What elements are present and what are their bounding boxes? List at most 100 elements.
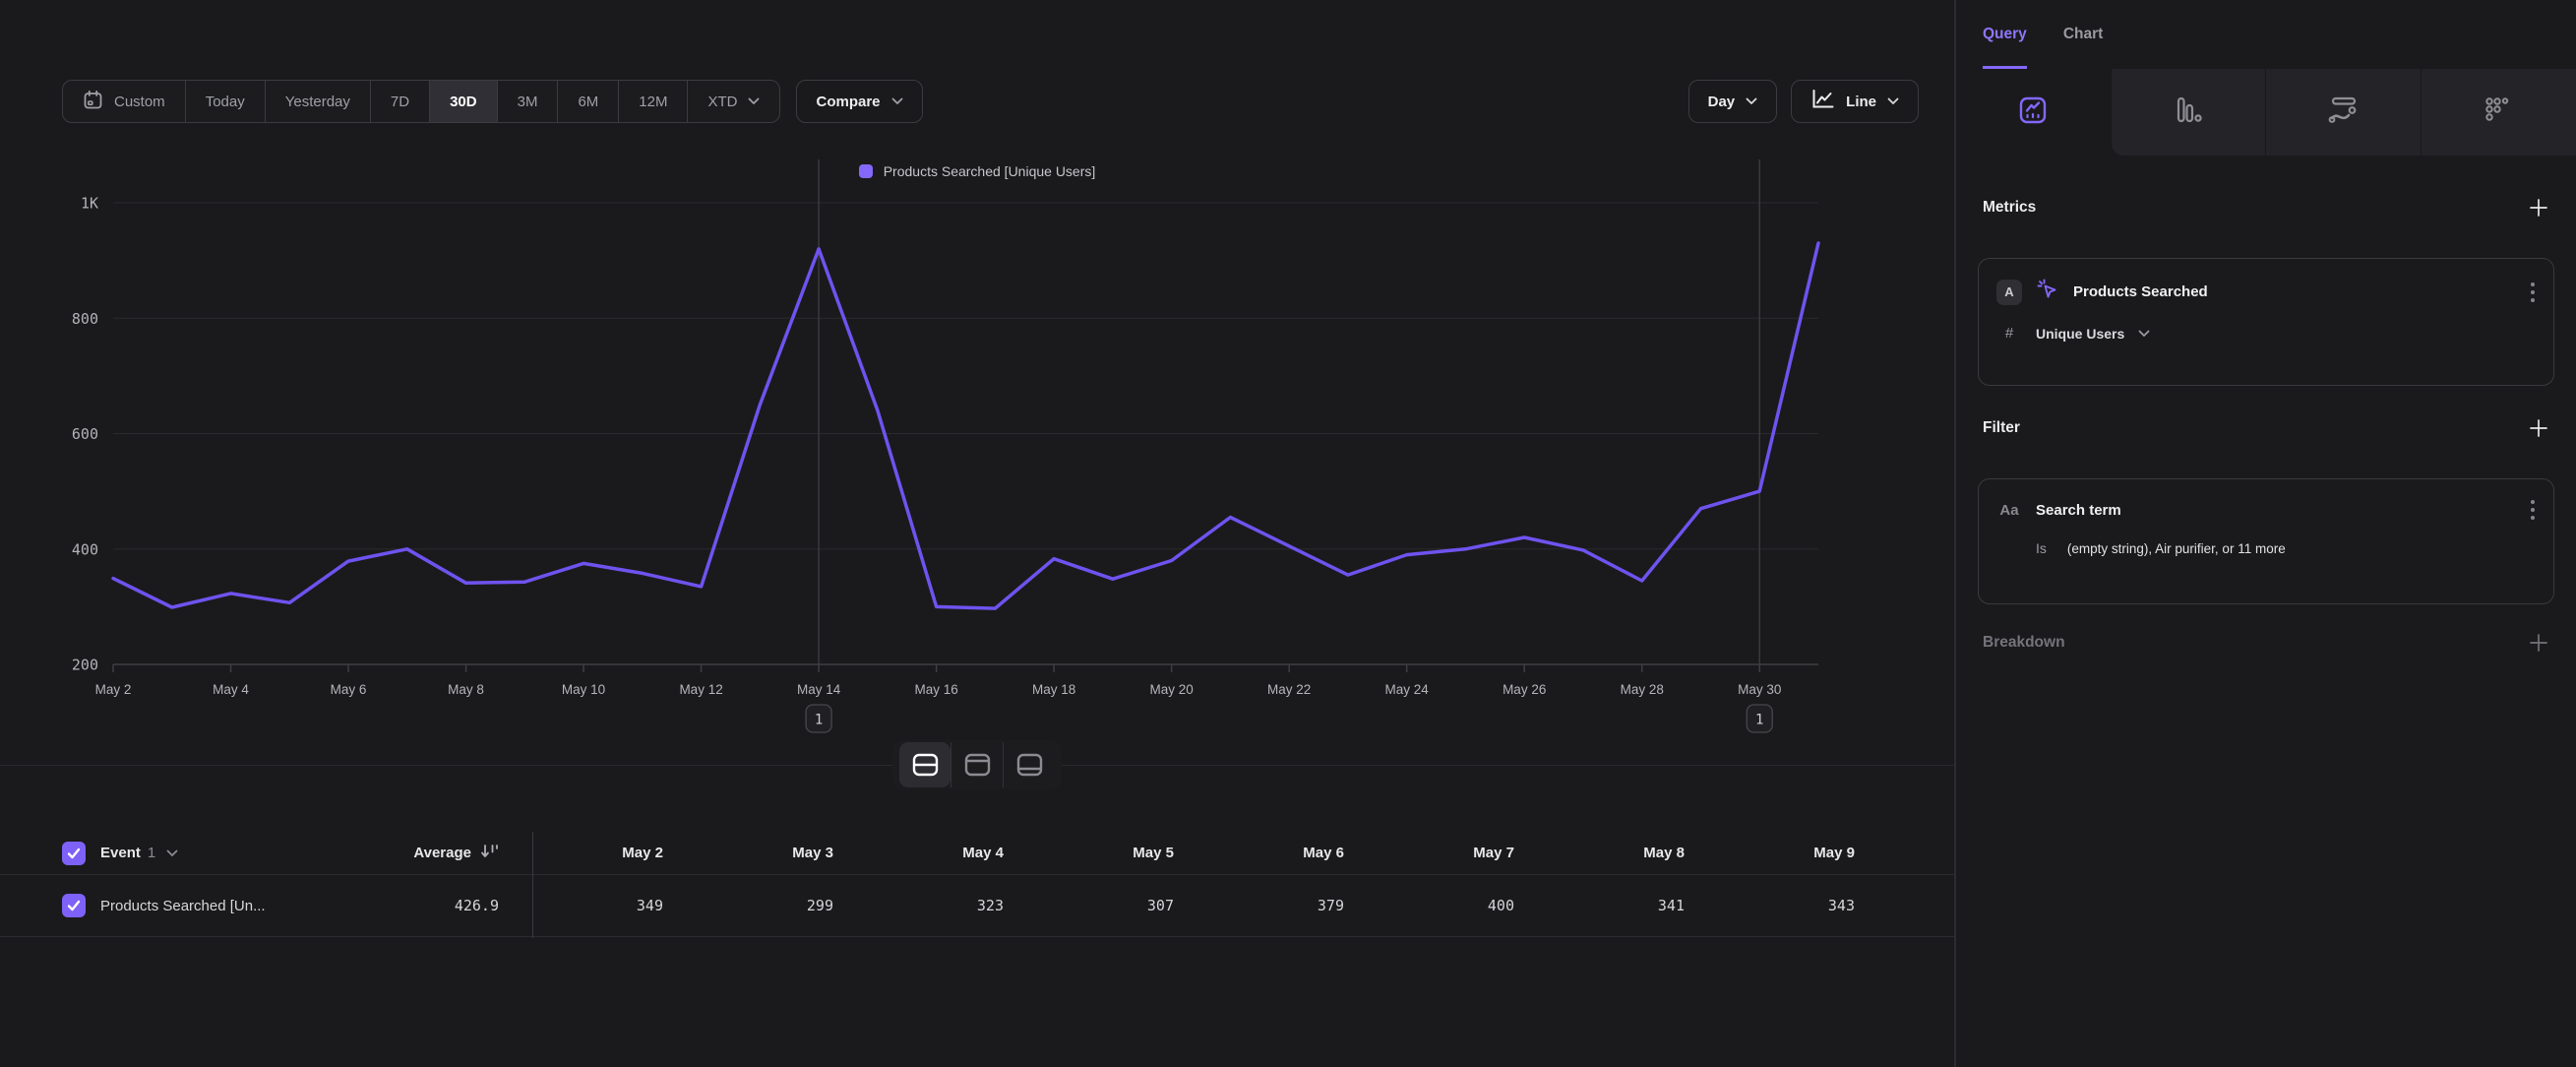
line-chart-framed-icon — [2018, 95, 2048, 130]
y-axis-label: 800 — [72, 310, 98, 328]
add-breakdown-button[interactable] — [2528, 632, 2549, 654]
chart-type-tab-line[interactable] — [1956, 69, 2112, 156]
series-line — [113, 243, 1818, 608]
x-axis-label: May 6 — [331, 682, 367, 697]
range-30d[interactable]: 30D — [430, 81, 498, 122]
chevron-down-icon — [1887, 97, 1899, 105]
filter-operator: Is — [2036, 540, 2047, 556]
legend-swatch — [859, 164, 873, 178]
x-axis-label: May 18 — [1032, 682, 1075, 697]
metric-card-header: A Products Searched — [1996, 278, 2536, 306]
date-value-cell: 299 — [687, 897, 857, 914]
y-axis-label: 600 — [72, 425, 98, 443]
y-axis-label: 200 — [72, 657, 98, 674]
x-axis-label: May 14 — [797, 682, 841, 697]
x-axis-label: May 4 — [213, 682, 249, 697]
legend-label: Products Searched [Unique Users] — [884, 163, 1096, 179]
tab-query[interactable]: Query — [1983, 0, 2027, 69]
compare-button[interactable]: Compare — [796, 80, 922, 123]
query-side-panel: Query Chart — [1954, 0, 2576, 1067]
chart-type-tab-bar[interactable] — [2112, 69, 2267, 156]
metrics-section-header: Metrics — [1956, 193, 2576, 222]
average-header-cell[interactable]: Average — [335, 843, 517, 863]
average-value-cell: 426.9 — [335, 897, 517, 914]
date-column-header: May 4 — [857, 845, 1027, 861]
filter-condition[interactable]: Is (empty string), Air purifier, or 11 m… — [1996, 540, 2536, 556]
tab-query-label: Query — [1983, 26, 2027, 43]
average-value: 426.9 — [455, 897, 499, 914]
date-column-header: May 5 — [1027, 845, 1197, 861]
x-axis-label: May 16 — [914, 682, 957, 697]
annotation-badge[interactable]: 1 — [806, 705, 831, 732]
range-7d[interactable]: 7D — [371, 81, 430, 122]
metric-letter-badge: A — [1996, 280, 2022, 305]
x-axis-label: May 30 — [1738, 682, 1781, 697]
x-axis-label: May 28 — [1621, 682, 1664, 697]
select-all-checkbox[interactable] — [62, 842, 86, 865]
x-axis-label: May 22 — [1267, 682, 1311, 697]
range-today[interactable]: Today — [186, 81, 266, 122]
filter-property-name: Search term — [2036, 502, 2516, 519]
date-value-cell: 349 — [517, 897, 687, 914]
chart-type-tab-flow[interactable] — [2266, 69, 2422, 156]
date-column-header: May 7 — [1368, 845, 1538, 861]
range-6m[interactable]: 6M — [558, 81, 619, 122]
more-charts-dots-icon — [2484, 95, 2513, 130]
chevron-down-icon — [2138, 330, 2150, 338]
chart-panel: 2004006008001KMay 2May 4May 6May 8May 10… — [0, 0, 1954, 1067]
chevron-down-icon — [1746, 97, 1757, 105]
event-header-cell[interactable]: Event 1 — [0, 842, 335, 865]
layout-chart-only-button[interactable] — [951, 742, 1003, 787]
calendar-icon — [83, 90, 103, 114]
chart-type-tab-more[interactable] — [2422, 69, 2576, 156]
y-axis-label: 400 — [72, 540, 98, 558]
kebab-menu-icon[interactable] — [2530, 281, 2536, 304]
property-type-badge: Aa — [1996, 502, 2022, 519]
tab-chart[interactable]: Chart — [2063, 0, 2103, 69]
date-value-cell: 341 — [1538, 897, 1708, 914]
measure-prefix: # — [1996, 325, 2022, 342]
range-3m[interactable]: 3M — [498, 81, 559, 122]
chart-type-button[interactable]: Line — [1791, 80, 1919, 123]
event-spark-cursor-icon — [2036, 278, 2059, 306]
chart-legend: Products Searched [Unique Users] — [0, 163, 1954, 179]
svg-text:1: 1 — [1755, 713, 1763, 728]
tab-chart-label: Chart — [2063, 26, 2103, 43]
row-checkbox[interactable] — [62, 894, 86, 917]
svg-text:1: 1 — [815, 713, 823, 728]
annotation-badge[interactable]: 1 — [1747, 705, 1772, 732]
compare-label: Compare — [816, 94, 880, 110]
bar-chart-icon — [2174, 95, 2203, 130]
metric-name: Products Searched — [2073, 283, 2516, 300]
line-chart-icon — [1810, 89, 1835, 114]
granularity-button[interactable]: Day — [1688, 80, 1778, 123]
kebab-menu-icon[interactable] — [2530, 498, 2536, 522]
date-column-header: May 3 — [687, 845, 857, 861]
range-custom[interactable]: Custom — [63, 81, 186, 122]
x-axis-label: May 26 — [1503, 682, 1546, 697]
range-xtd[interactable]: XTD — [688, 81, 779, 122]
series-name: Products Searched [Un... — [100, 898, 266, 914]
layout-split-button[interactable] — [899, 742, 951, 787]
event-count: 1 — [148, 845, 155, 861]
filter-card[interactable]: Aa Search term Is (empty string), Air pu… — [1978, 478, 2554, 604]
date-value-cell: 307 — [1027, 897, 1197, 914]
date-value-cell: 343 — [1708, 897, 1878, 914]
chevron-down-icon — [748, 97, 760, 105]
breakdown-heading: Breakdown — [1983, 634, 2065, 652]
chart-type-label: Line — [1846, 94, 1876, 110]
date-column-header: May 8 — [1538, 845, 1708, 861]
analytics-app: 2004006008001KMay 2May 4May 6May 8May 10… — [0, 0, 2576, 1067]
chart-toolbar: CustomTodayYesterday7D30D3M6M12MXTD Comp… — [62, 80, 1919, 123]
add-metric-button[interactable] — [2528, 197, 2549, 219]
range-yesterday[interactable]: Yesterday — [266, 81, 371, 122]
x-axis-label: May 2 — [95, 682, 132, 697]
date-value-cell: 400 — [1368, 897, 1538, 914]
column-divider — [532, 832, 533, 938]
add-filter-button[interactable] — [2528, 417, 2549, 439]
range-12m[interactable]: 12M — [619, 81, 688, 122]
layout-table-only-button[interactable] — [1004, 742, 1055, 787]
metric-card[interactable]: A Products Searched # Unique Users — [1978, 258, 2554, 386]
date-column-header: May 9 — [1708, 845, 1878, 861]
measure-selector[interactable]: # Unique Users — [1996, 325, 2536, 342]
